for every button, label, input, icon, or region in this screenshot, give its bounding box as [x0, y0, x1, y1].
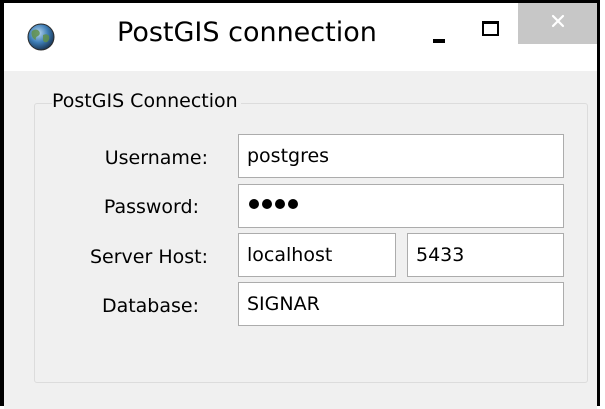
server-host-label: Server Host:	[89, 246, 208, 268]
minimize-button[interactable]	[419, 11, 459, 51]
database-field[interactable]	[238, 282, 564, 326]
password-label: Password:	[103, 196, 199, 218]
server-host-field[interactable]	[238, 233, 396, 277]
title-bar[interactable]: PostGIS connection	[4, 3, 597, 71]
groupbox-legend: PostGIS Connection	[52, 90, 241, 112]
close-icon	[551, 14, 565, 28]
postgis-connection-window: PostGIS connection PostGIS Connection Us…	[0, 0, 600, 409]
database-label: Database:	[101, 295, 199, 317]
username-label: Username:	[104, 147, 208, 169]
maximize-button[interactable]	[470, 11, 510, 51]
password-field[interactable]	[238, 184, 564, 228]
username-field[interactable]	[238, 134, 564, 178]
window-title: PostGIS connection	[117, 17, 377, 48]
server-port-field[interactable]	[407, 233, 564, 277]
password-mask	[249, 199, 298, 209]
globe-icon	[26, 22, 56, 52]
close-button[interactable]	[518, 3, 597, 44]
dialog-client-area: PostGIS Connection Username: Password: S…	[4, 71, 597, 409]
